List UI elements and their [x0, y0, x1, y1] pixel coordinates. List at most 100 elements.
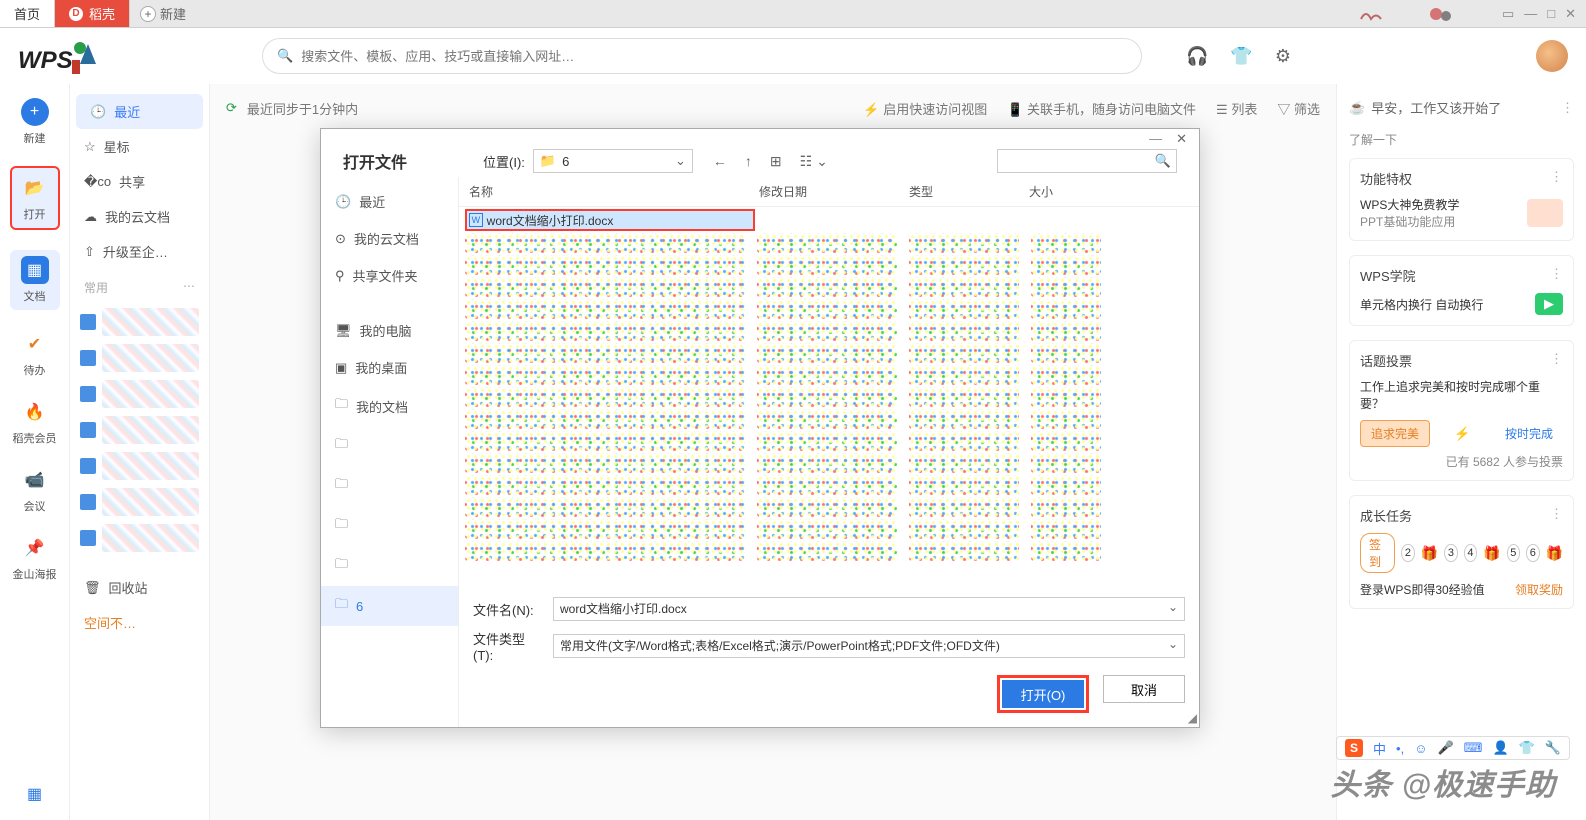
thumb-row[interactable] — [80, 412, 199, 448]
tab-home[interactable]: 首页 — [0, 0, 55, 27]
dialog-search-input[interactable] — [997, 149, 1177, 173]
rail-apps[interactable]: ▦ — [10, 780, 60, 808]
window-menu-icon[interactable]: ▭ — [1502, 6, 1514, 22]
dlgnav-recent[interactable]: 🕒最近 — [321, 183, 458, 220]
rail-todo[interactable]: ✔ 待办 — [10, 330, 60, 378]
sidebar-share[interactable]: �co共享 — [70, 164, 209, 199]
sidebar-star[interactable]: ☆星标 — [70, 129, 209, 164]
rail-new[interactable]: + 新建 — [10, 98, 60, 146]
ime-toolbar[interactable]: S 中 •, ☺ 🎤 ⌨ 👤 👕 🔧 — [1336, 736, 1570, 760]
pc-icon: 🖥 — [335, 323, 352, 339]
more-icon[interactable]: ⋮ — [1550, 506, 1563, 525]
star-icon: ☆ — [84, 139, 96, 155]
view-icon[interactable]: ☷ ⌄ — [800, 153, 828, 170]
vote-option-a[interactable]: 追求完美 — [1360, 420, 1430, 447]
location-select[interactable]: 📁 6 ⌄ — [533, 149, 693, 173]
sidebar-space-label: 空间不… — [84, 613, 136, 632]
open-button[interactable]: 打开(O) — [1002, 680, 1084, 708]
growth-reward-link[interactable]: 领取奖励 — [1515, 581, 1563, 598]
dlgnav-blank3[interactable]: 🗀 — [321, 506, 458, 546]
file-row-hidden — [465, 497, 1193, 517]
dlgnav-cloud[interactable]: ⊙我的云文档 — [321, 220, 458, 257]
dialog-close-icon[interactable]: ✕ — [1170, 131, 1193, 139]
dialog-columns: 名称 修改日期 类型 大小 — [459, 177, 1199, 207]
col-date[interactable]: 修改日期 — [759, 183, 909, 200]
card-academy[interactable]: WPS学院⋮ 单元格内换行 自动换行 ▶ — [1349, 255, 1574, 326]
tab-doku[interactable]: D 稻壳 — [55, 0, 130, 27]
ime-skin-icon[interactable]: 👕 — [1519, 740, 1535, 756]
more-icon[interactable]: ⋯ — [183, 279, 195, 296]
sidebar-trash[interactable]: 🗑回收站 — [70, 570, 209, 605]
rail-poster[interactable]: 📌 金山海报 — [10, 534, 60, 582]
dialog-min-icon[interactable]: — — [1149, 131, 1162, 139]
thumb-row[interactable] — [80, 484, 199, 520]
shirt-icon[interactable]: 👕 — [1230, 46, 1252, 67]
ime-user-icon[interactable]: 👤 — [1492, 740, 1508, 756]
col-type[interactable]: 类型 — [909, 183, 1029, 200]
search-bar[interactable]: 🔍 — [262, 38, 1142, 74]
more-icon[interactable]: ⋮ — [1550, 351, 1563, 370]
link-phone[interactable]: 📱 关联手机，随身访问电脑文件 — [1007, 99, 1196, 118]
sync-icon: ⟳ — [226, 100, 237, 116]
thumb-row[interactable] — [80, 340, 199, 376]
cancel-button[interactable]: 取消 — [1103, 675, 1185, 703]
search-input[interactable] — [301, 49, 1127, 64]
filename-input[interactable]: word文档缩小打印.docx — [553, 597, 1185, 621]
rail-docs[interactable]: ▦ 文档 — [10, 250, 60, 310]
more-icon[interactable]: ⋮ — [1550, 266, 1563, 285]
ime-punct-icon[interactable]: •, — [1396, 741, 1404, 756]
rail-meeting[interactable]: 📹 会议 — [10, 466, 60, 514]
quick-access[interactable]: ⚡ 启用快速访问视图 — [863, 99, 987, 118]
up-icon[interactable]: ↑ — [745, 153, 752, 170]
file-row-selected[interactable]: W word文档缩小打印.docx — [465, 209, 755, 231]
dlgnav-mydocs[interactable]: 🗀我的文档 — [321, 386, 458, 426]
ime-emoji-icon[interactable]: ☺ — [1414, 741, 1427, 756]
window-close-icon[interactable]: ✕ — [1565, 6, 1576, 22]
window-max-icon[interactable]: □ — [1547, 6, 1555, 21]
dialog-search[interactable]: 🔍 — [997, 149, 1177, 173]
sidebar-upgrade[interactable]: ⇧升级至企… — [70, 234, 209, 269]
thumb-row[interactable] — [80, 376, 199, 412]
resize-grip-icon[interactable]: ◢ — [1188, 711, 1197, 725]
col-name[interactable]: 名称 — [469, 183, 759, 200]
tab-new[interactable]: + 新建 — [130, 0, 196, 27]
gear-icon[interactable]: ⚙ — [1275, 46, 1291, 67]
ime-mic-icon[interactable]: 🎤 — [1437, 740, 1453, 756]
sidebar-recent[interactable]: 🕒最近 — [76, 94, 203, 129]
more-icon[interactable]: ⋮ — [1561, 100, 1574, 116]
more-icon[interactable]: ⋮ — [1550, 169, 1563, 188]
dlgnav-folder6[interactable]: 🗀6 — [321, 586, 458, 626]
sidebar-cloud[interactable]: ☁我的云文档 — [70, 199, 209, 234]
dlgnav-blank2[interactable]: 🗀 — [321, 466, 458, 506]
new-folder-icon[interactable]: ⊞ — [770, 153, 782, 170]
thumb-row[interactable] — [80, 520, 199, 556]
window-min-icon[interactable]: — — [1524, 6, 1537, 21]
ime-tool-icon[interactable]: 🔧 — [1545, 740, 1561, 756]
folder-icon — [80, 350, 96, 366]
card-features[interactable]: 功能特权⋮ WPS大神免费教学 PPT基础功能应用 — [1349, 158, 1574, 241]
ime-lang[interactable]: 中 — [1373, 739, 1386, 758]
rail-open[interactable]: 📂 打开 — [10, 166, 60, 230]
dlgnav-blank4[interactable]: 🗀 — [321, 546, 458, 586]
dlgnav-blank1[interactable]: 🗀 — [321, 426, 458, 466]
headset-icon[interactable]: 🎧 — [1186, 46, 1208, 67]
dialog-files[interactable]: W word文档缩小打印.docx — [459, 207, 1199, 591]
dlgnav-pc[interactable]: 🖥我的电脑 — [321, 312, 458, 349]
signin-badge[interactable]: 签到 — [1360, 533, 1395, 573]
view-list[interactable]: ☰ 列表 — [1216, 99, 1257, 118]
back-icon[interactable]: ← — [713, 153, 727, 170]
col-size[interactable]: 大小 — [1029, 183, 1109, 200]
thumb-row[interactable] — [80, 304, 199, 340]
vote-option-b[interactable]: 按时完成 — [1495, 421, 1563, 446]
dlgnav-shared[interactable]: ⚲共享文件夹 — [321, 257, 458, 294]
tab-home-label: 首页 — [14, 4, 40, 23]
filetype-select[interactable]: 常用文件(文字/Word格式;表格/Excel格式;演示/PowerPoint格… — [553, 634, 1185, 658]
dlgnav-desktop[interactable]: ▣我的桌面 — [321, 349, 458, 386]
sidebar-space[interactable]: 空间不… — [70, 605, 209, 640]
thumb-row[interactable] — [80, 448, 199, 484]
ime-keyboard-icon[interactable]: ⌨ — [1464, 740, 1483, 756]
filter[interactable]: ▽ 筛选 — [1277, 99, 1320, 118]
user-avatar[interactable] — [1536, 40, 1568, 72]
rail-vip[interactable]: 🔥 稻壳会员 — [10, 398, 60, 446]
tab-bar: 首页 D 稻壳 + 新建 ▭ — □ ✕ — [0, 0, 1586, 28]
